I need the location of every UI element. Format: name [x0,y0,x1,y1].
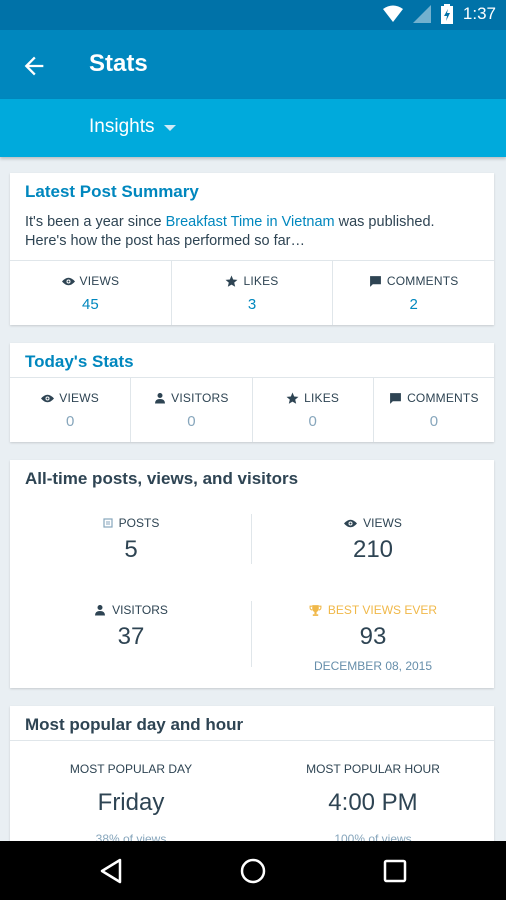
metric-label: COMMENTS [386,274,459,288]
eye-icon [344,519,358,527]
most-popular-card: Most popular day and hour MOST POPULAR D… [10,706,494,846]
latest-likes[interactable]: LIKES 3 [172,261,334,325]
eye-icon [41,394,55,402]
metric-label: COMMENTS [407,391,479,405]
all-time-posts: POSTS 5 [10,516,252,564]
cell-signal-icon [412,5,431,23]
best-views-value: 93 [359,623,387,650]
all-time-title: All-time posts, views, and visitors [25,469,299,488]
today-likes[interactable]: LIKES 0 [253,378,374,442]
metric-label: LIKES [304,391,340,405]
wifi-icon [382,5,403,22]
insights-dropdown[interactable]: Insights [89,116,177,138]
latest-post-title[interactable]: Latest Post Summary [10,182,199,202]
posts-icon [103,518,113,528]
latest-post-metrics: VIEWS 45 LIKES 3 COMMENTS 2 [10,260,494,325]
best-views-label: BEST VIEWS EVER [327,603,438,617]
system-nav-bar [0,841,506,900]
metric-label: VIEWS [59,391,99,405]
latest-comments[interactable]: COMMENTS 2 [333,261,494,325]
comment-icon [369,275,381,287]
best-views-date: DECEMBER 08, 2015 [313,659,433,673]
posts-label: POSTS [118,516,160,530]
dropdown-label: Insights [89,116,155,137]
status-bar: 1:37 [0,0,506,30]
home-nav-icon[interactable] [239,857,267,885]
visitors-value: 37 [117,623,145,650]
post-link[interactable]: Breakfast Time in Vietnam [166,214,335,230]
recents-nav-icon[interactable] [381,857,409,885]
divider [10,740,494,741]
metric-label: VISITORS [171,391,229,405]
views-label: VIEWS [363,516,402,530]
status-icons: 1:37 [382,4,496,24]
desc-text-before: It's been a year since [25,214,166,230]
all-time-visitors: VISITORS 37 [10,603,252,651]
eye-icon [61,277,75,285]
popular-day-label: MOST POPULAR DAY [69,762,193,776]
latest-views[interactable]: VIEWS 45 [10,261,172,325]
metric-value: 0 [65,413,75,430]
most-popular-title: Most popular day and hour [25,715,244,734]
popular-day-value: Friday [97,789,165,816]
person-icon [95,605,106,616]
today-views[interactable]: VIEWS 0 [10,378,132,442]
filter-bar: Insights [0,99,506,157]
person-icon [155,393,166,404]
app-bar: Stats [0,30,506,99]
page-title: Stats [89,50,148,77]
all-time-card: All-time posts, views, and visitors POST… [10,460,494,688]
metric-label: LIKES [243,274,279,288]
metric-value: 0 [187,413,196,430]
back-nav-icon[interactable] [97,857,125,885]
todays-metrics: VIEWS 0 VISITORS 0 LIKES 0 COMMENTS 0 [10,377,494,442]
best-views-ever: BEST VIEWS EVER 93 DECEMBER 08, 2015 [252,603,494,673]
chevron-down-icon [164,125,177,131]
most-popular-day: MOST POPULAR DAY Friday 38% of views [10,762,252,846]
todays-stats-title[interactable]: Today's Stats [10,352,134,372]
popular-hour-value: 4:00 PM [328,789,418,816]
metric-value: 3 [247,296,257,313]
status-time: 1:37 [462,4,496,23]
metric-value: 45 [81,296,99,313]
trophy-icon [309,604,322,616]
most-popular-hour: MOST POPULAR HOUR 4:00 PM 100% of views [252,762,494,846]
views-value: 210 [352,536,394,563]
star-icon [226,275,238,287]
todays-stats-card: Today's Stats VIEWS 0 VISITORS 0 LIKES 0 [10,343,494,442]
posts-value: 5 [124,536,138,563]
today-comments[interactable]: COMMENTS 0 [374,378,494,442]
metric-label: VIEWS [79,274,120,288]
latest-post-card: Latest Post Summary It's been a year sin… [10,173,494,325]
comment-icon [390,392,401,404]
back-arrow-icon[interactable] [20,52,48,80]
metric-value: 0 [429,413,439,430]
all-time-views: VIEWS 210 [252,516,494,564]
latest-post-description: It's been a year since Breakfast Time in… [25,213,479,251]
star-icon [286,392,299,404]
today-visitors[interactable]: VISITORS 0 [131,378,253,442]
popular-hour-label: MOST POPULAR HOUR [306,762,440,776]
visitors-label: VISITORS [112,603,168,617]
metric-value: 0 [308,413,317,430]
battery-icon [440,4,453,24]
metric-value: 2 [409,296,418,313]
